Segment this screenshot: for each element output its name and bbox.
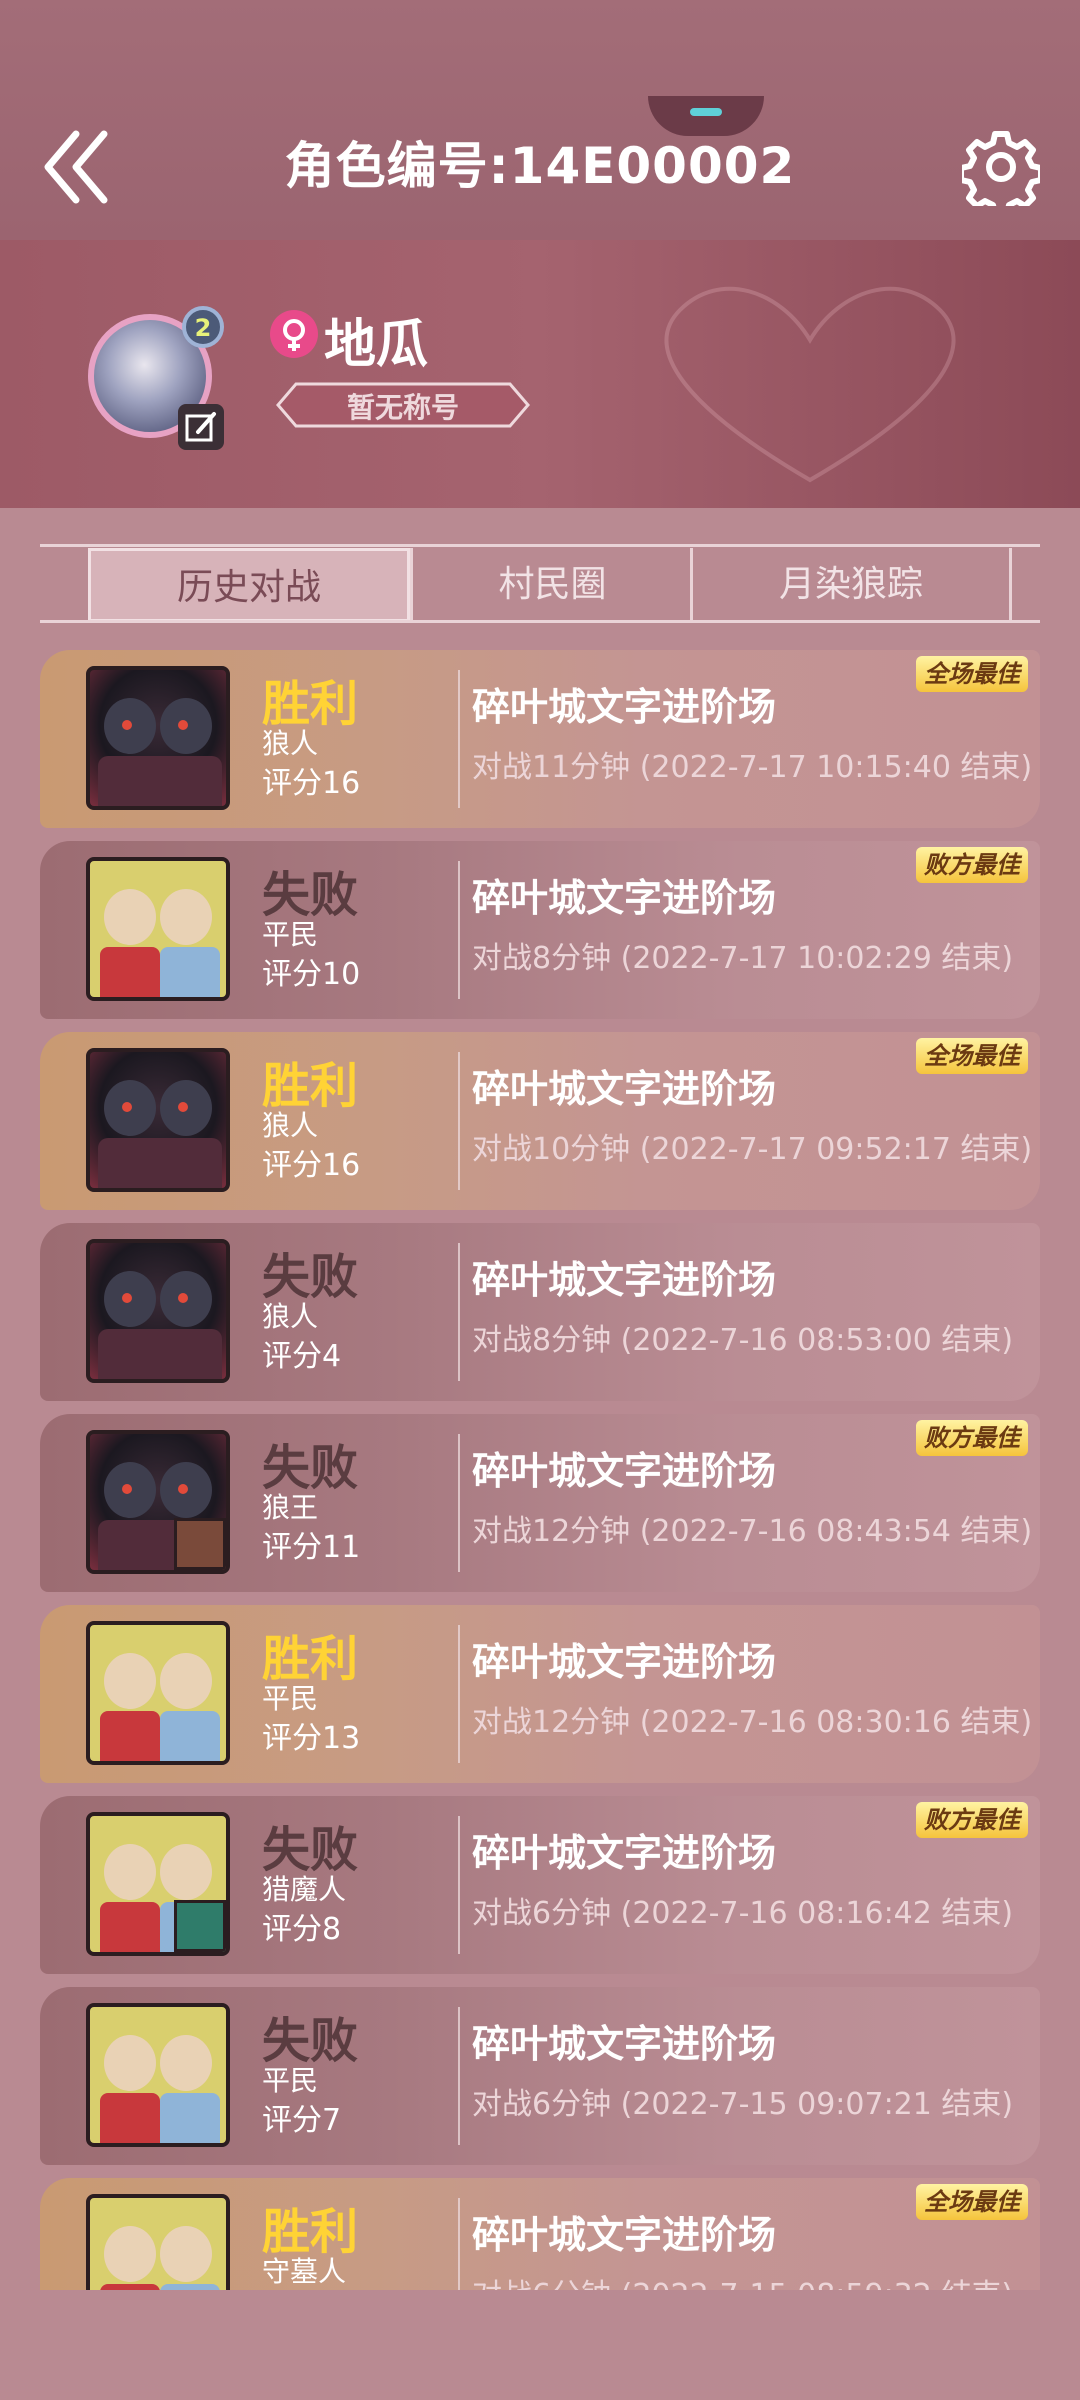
- match-detail: 对战12分钟 (2022-7-16 08:30:16 结束): [472, 1705, 1033, 1740]
- match-score: 评分10: [262, 957, 361, 992]
- card-divider: [458, 1625, 460, 1763]
- best-player-badge: 败方最佳: [916, 847, 1028, 883]
- card-divider: [458, 861, 460, 999]
- match-card[interactable]: 失败 狼人 评分4 碎叶城文字进阶场 对战8分钟 (2022-7-16 08:53:00…: [40, 1223, 1040, 1401]
- match-mode: 碎叶城文字进阶场: [472, 1449, 777, 1493]
- match-role: 狼王: [262, 1491, 319, 1524]
- match-score: 评分4: [262, 1339, 342, 1374]
- card-divider: [458, 1816, 460, 1954]
- match-detail: 对战8分钟 (2022-7-17 10:02:29 结束): [472, 941, 1014, 976]
- wolf-king-icon: [174, 1518, 226, 1570]
- match-mode: 碎叶城文字进阶场: [472, 1067, 777, 1111]
- villager-portrait-icon: [86, 2003, 230, 2147]
- match-score: 评分7: [262, 2103, 342, 2138]
- match-detail: 对战12分钟 (2022-7-16 08:43:54 结束): [472, 1514, 1033, 1549]
- match-detail: 对战6分钟 (2022-7-16 08:16:42 结束): [472, 1896, 1014, 1931]
- match-card[interactable]: 失败 猎魔人 评分8 碎叶城文字进阶场 对战6分钟 (2022-7-16 08:16:4…: [40, 1796, 1040, 1974]
- match-detail: 对战10分钟 (2022-7-17 09:52:17 结束): [472, 1132, 1033, 1167]
- match-role: 狼人: [262, 727, 319, 760]
- best-player-badge: 全场最佳: [916, 656, 1028, 692]
- match-card[interactable]: 胜利 狼人 评分16 碎叶城文字进阶场 对战11分钟 (2022-7-17 10:15:…: [40, 650, 1040, 828]
- match-detail: 对战6分钟 (2022-7-15 09:07:21 结束): [472, 2087, 1014, 2122]
- match-role: 狼人: [262, 1300, 319, 1333]
- villager-portrait-icon: [86, 1812, 230, 1956]
- best-player-badge: 全场最佳: [916, 1038, 1028, 1074]
- match-card[interactable]: 胜利 平民 评分13 碎叶城文字进阶场 对战12分钟 (2022-7-16 08:30:…: [40, 1605, 1040, 1783]
- match-mode: 碎叶城文字进阶场: [472, 1258, 777, 1302]
- villager-portrait-icon: [86, 2194, 230, 2290]
- match-mode: 碎叶城文字进阶场: [472, 1640, 777, 1684]
- match-role: 守墓人: [262, 2255, 347, 2288]
- match-card[interactable]: 失败 平民 评分7 碎叶城文字进阶场 对战6分钟 (2022-7-15 09:07:21…: [40, 1987, 1040, 2165]
- match-mode: 碎叶城文字进阶场: [472, 876, 777, 920]
- match-role: 平民: [262, 1682, 319, 1715]
- match-mode: 碎叶城文字进阶场: [472, 2022, 777, 2066]
- villager-portrait-icon: [86, 857, 230, 1001]
- match-role: 平民: [262, 918, 319, 951]
- card-divider: [458, 670, 460, 808]
- match-role: 猎魔人: [262, 1873, 347, 1906]
- match-card[interactable]: 失败 平民 评分10 碎叶城文字进阶场 对战8分钟 (2022-7-17 10:02:2…: [40, 841, 1040, 1019]
- match-mode: 碎叶城文字进阶场: [472, 1831, 777, 1875]
- match-card[interactable]: 胜利 狼人 评分16 碎叶城文字进阶场 对战10分钟 (2022-7-17 09:52:…: [40, 1032, 1040, 1210]
- werewolf-portrait-icon: [86, 1048, 230, 1192]
- villager-portrait-icon: [86, 1621, 230, 1765]
- match-mode: 碎叶城文字进阶场: [472, 2213, 777, 2257]
- match-score: 评分: [262, 2286, 322, 2290]
- card-divider: [458, 2007, 460, 2145]
- werewolf-portrait-icon: [86, 1239, 230, 1383]
- match-score: 评分16: [262, 1148, 361, 1183]
- match-card[interactable]: 胜利守墓人评分碎叶城文字进阶场对战6分钟 (2022-7-15 08:59:32…: [40, 2178, 1040, 2290]
- best-player-badge: 全场最佳: [916, 2184, 1028, 2220]
- match-card[interactable]: 失败 狼王 评分11 碎叶城文字进阶场 对战12分钟 (2022-7-16 08:43:…: [40, 1414, 1040, 1592]
- demon-hunter-icon: [174, 1900, 226, 1952]
- match-score: 评分13: [262, 1721, 361, 1756]
- match-detail: 对战8分钟 (2022-7-16 08:53:00 结束): [472, 1323, 1014, 1358]
- card-divider: [458, 1434, 460, 1572]
- match-list[interactable]: 胜利 狼人 评分16 碎叶城文字进阶场 对战11分钟 (2022-7-17 10:15:…: [0, 0, 1080, 2290]
- match-mode: 碎叶城文字进阶场: [472, 685, 777, 729]
- best-player-badge: 败方最佳: [916, 1802, 1028, 1838]
- match-role: 平民: [262, 2064, 319, 2097]
- card-divider: [458, 2198, 460, 2290]
- card-divider: [458, 1243, 460, 1381]
- match-detail: 对战11分钟 (2022-7-17 10:15:40 结束): [472, 750, 1033, 785]
- match-score: 评分8: [262, 1912, 342, 1947]
- match-role: 狼人: [262, 1109, 319, 1142]
- match-score: 评分11: [262, 1530, 361, 1565]
- werewolf-portrait-icon: [86, 666, 230, 810]
- card-divider: [458, 1052, 460, 1190]
- match-detail: 对战6分钟 (2022-7-15 08:59:32 结束): [472, 2270, 1013, 2290]
- match-score: 评分16: [262, 766, 361, 801]
- werewolf-portrait-icon: [86, 1430, 230, 1574]
- best-player-badge: 败方最佳: [916, 1420, 1028, 1456]
